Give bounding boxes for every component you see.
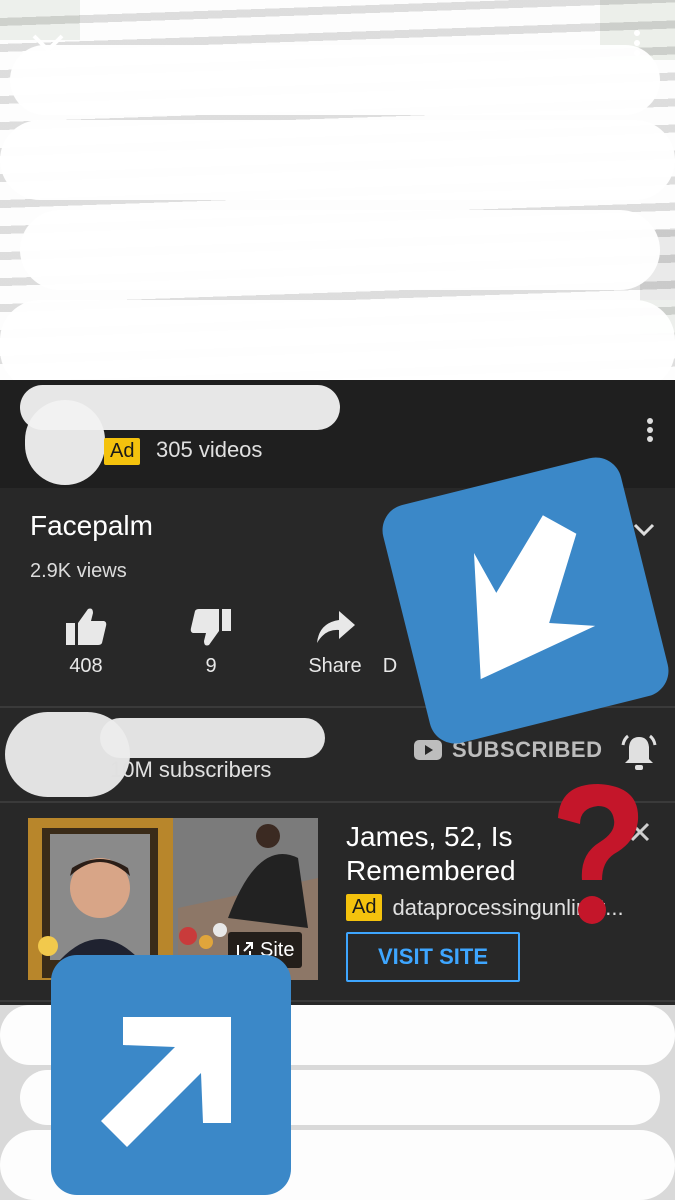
- channel-name-redaction: [100, 718, 325, 758]
- share-icon: [317, 611, 355, 643]
- arrow-overlay-up-right: [51, 955, 291, 1195]
- notification-bell-icon[interactable]: [620, 733, 658, 773]
- arrow-overlay-down-left: [377, 452, 674, 749]
- scribble-stroke: [0, 120, 675, 200]
- scribble-stroke: [0, 300, 675, 390]
- arrow-up-right-icon: [101, 1017, 231, 1147]
- question-mark-icon: [558, 784, 639, 924]
- more-options-icon[interactable]: [625, 28, 649, 58]
- arrow-down-left-icon: [473, 515, 596, 680]
- like-button[interactable]: 408: [26, 605, 146, 678]
- subscribed-label: SUBSCRIBED: [452, 737, 603, 762]
- expand-description-icon[interactable]: [633, 520, 655, 540]
- download-label: D: [382, 655, 398, 677]
- collapse-chevron-icon[interactable]: [30, 28, 66, 58]
- subscriber-count: 10M subscribers: [110, 757, 272, 782]
- video-title: Facepalm: [30, 510, 153, 541]
- ad-badge: Ad: [346, 894, 383, 921]
- dislike-button[interactable]: 9: [151, 605, 271, 678]
- playlist-video-count: 305 videos: [156, 437, 263, 462]
- view-count: 2.9K views: [30, 560, 127, 582]
- scribble-stroke: [20, 210, 660, 290]
- like-count: 408: [69, 655, 103, 677]
- video-player[interactable]: [0, 0, 675, 410]
- scribble-stroke: [25, 400, 105, 485]
- scribble-stroke: [10, 45, 660, 115]
- ad-badge: Ad: [104, 438, 141, 465]
- thumbs-up-icon: [66, 608, 107, 645]
- visit-site-button[interactable]: VISIT SITE: [346, 932, 520, 982]
- playlist-more-icon[interactable]: [640, 415, 660, 445]
- thumbs-down-icon: [190, 609, 231, 646]
- dislike-count: 9: [205, 655, 217, 677]
